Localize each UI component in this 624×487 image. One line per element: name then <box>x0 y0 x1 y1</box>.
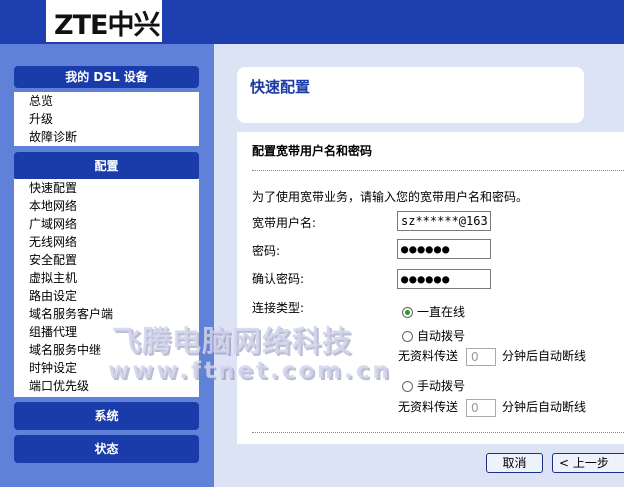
sidebar-list-my-dsl-device: 总览 升级 故障诊断 <box>14 92 199 146</box>
sidebar-item-diagnostics[interactable]: 故障诊断 <box>14 128 199 146</box>
sidebar-item-time-setting[interactable]: 时钟设定 <box>14 359 199 377</box>
password-label: 密码: <box>252 244 281 258</box>
idle-prefix: 无资料传送 <box>398 400 459 414</box>
sidebar-section-my-dsl-device[interactable]: 我的 DSL 设备 <box>14 66 199 88</box>
logo-text: ZTE中兴 <box>54 10 160 41</box>
radio-label: 一直在线 <box>417 305 466 319</box>
back-button[interactable]: < 上一步 <box>552 453 624 473</box>
sidebar-section-status[interactable]: 状态 <box>14 435 199 463</box>
radio-label: 自动拨号 <box>417 329 466 343</box>
sidebar-item-wireless[interactable]: 无线网络 <box>14 233 199 251</box>
sidebar-section-system[interactable]: 系统 <box>14 402 199 430</box>
zte-logo: ZTE中兴 <box>46 0 162 42</box>
sidebar-item-wan[interactable]: 广域网络 <box>14 215 199 233</box>
sidebar-item-overview[interactable]: 总览 <box>14 92 199 110</box>
radio-auto-dial[interactable]: 自动拨号 <box>402 327 465 344</box>
sidebar-item-virtual-host[interactable]: 虚拟主机 <box>14 269 199 287</box>
sidebar-list-config: 快速配置 本地网络 广域网络 无线网络 安全配置 虚拟主机 路由设定 域名服务客… <box>14 179 199 397</box>
username-label: 宽带用户名: <box>252 216 317 230</box>
sidebar-item-security[interactable]: 安全配置 <box>14 251 199 269</box>
sidebar-item-quick-setup[interactable]: 快速配置 <box>14 179 199 197</box>
sidebar-item-upgrade[interactable]: 升级 <box>14 110 199 128</box>
main-content: 快速配置 配置宽带用户名和密码 为了使用宽带业务，请输入您的宽带用户名和密码。 … <box>214 44 624 487</box>
title-panel: 快速配置 <box>237 67 584 123</box>
sidebar-item-routing[interactable]: 路由设定 <box>14 287 199 305</box>
sidebar-item-dns-relay[interactable]: 域名服务中继 <box>14 341 199 359</box>
sidebar-item-port-priority[interactable]: 端口优先级 <box>14 377 199 395</box>
divider <box>252 170 624 171</box>
manual-dial-idle-minutes-input[interactable]: 0 <box>466 398 497 417</box>
radio-icon <box>402 381 413 392</box>
password-input[interactable]: ●●●●●● <box>397 239 491 259</box>
divider <box>252 432 624 433</box>
radio-label: 手动拨号 <box>417 379 466 393</box>
sidebar-item-lan[interactable]: 本地网络 <box>14 197 199 215</box>
top-banner: ZTE中兴 <box>0 0 624 44</box>
intro-text: 为了使用宽带业务，请输入您的宽带用户名和密码。 <box>252 190 529 204</box>
radio-manual-dial[interactable]: 手动拨号 <box>402 377 465 394</box>
idle-suffix: 分钟后自动断线 <box>502 349 587 363</box>
auto-dial-idle-row: 无资料传送 0 分钟后自动断线 <box>398 347 586 366</box>
sidebar: 我的 DSL 设备 总览 升级 故障诊断 配置 快速配置 本地网络 广域网络 无… <box>0 44 214 487</box>
connection-type-label: 连接类型: <box>252 301 305 315</box>
radio-selected-icon <box>402 307 413 318</box>
radio-always-online[interactable]: 一直在线 <box>402 303 465 320</box>
radio-icon <box>402 331 413 342</box>
manual-dial-idle-row: 无资料传送 0 分钟后自动断线 <box>398 398 586 417</box>
confirm-password-input[interactable]: ●●●●●● <box>397 269 491 289</box>
sidebar-item-ddns-client[interactable]: 域名服务客户端 <box>14 305 199 323</box>
form-panel: 配置宽带用户名和密码 为了使用宽带业务，请输入您的宽带用户名和密码。 宽带用户名… <box>237 132 624 444</box>
confirm-password-label: 确认密码: <box>252 272 305 286</box>
sidebar-item-igmp-proxy[interactable]: 组播代理 <box>14 323 199 341</box>
auto-dial-idle-minutes-input[interactable]: 0 <box>466 347 497 366</box>
sidebar-section-config[interactable]: 配置 <box>14 152 199 180</box>
cancel-button[interactable]: 取消 <box>486 453 543 473</box>
idle-prefix: 无资料传送 <box>398 349 459 363</box>
section-title: 配置宽带用户名和密码 <box>252 144 373 158</box>
username-input[interactable]: sz******@163. <box>397 211 491 231</box>
idle-suffix: 分钟后自动断线 <box>502 400 587 414</box>
page-title: 快速配置 <box>250 78 311 96</box>
